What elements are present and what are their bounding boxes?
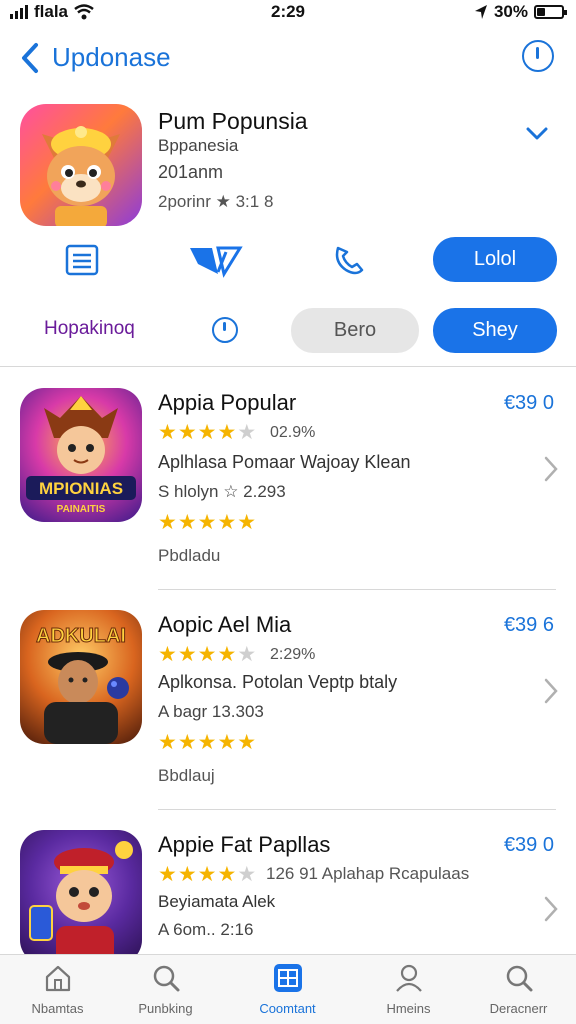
chevron-right-icon[interactable] <box>544 678 558 704</box>
tab-label: Deracnerr <box>489 1001 548 1016</box>
tab-label: Hmeins <box>386 1001 431 1016</box>
header-app-line3: 2porinr ★ 3:1 8 <box>158 192 274 211</box>
primary-action-button[interactable]: Lolol <box>433 237 557 282</box>
list-item[interactable]: MPIONIAS PAINAITIS Appia Popular €39 0 ★… <box>0 366 576 576</box>
header-app-line2: 201anm <box>158 162 224 182</box>
checkmark-icon[interactable] <box>526 126 548 142</box>
list-icon[interactable] <box>62 242 102 278</box>
phone-icon[interactable] <box>330 242 370 278</box>
app-price-button[interactable]: €39 0 <box>504 834 554 857</box>
app-icon <box>20 830 142 964</box>
status-right: 30% <box>474 2 567 22</box>
tab-label: Coomtant <box>259 1001 316 1016</box>
info-icon[interactable] <box>522 40 554 72</box>
app-name: Appia Popular <box>158 390 297 415</box>
app-icon: MPIONIAS PAINAITIS <box>20 388 142 522</box>
hero-character-icon: MPIONIAS PAINAITIS <box>26 396 136 515</box>
grid-icon <box>274 964 302 992</box>
list-item[interactable]: ADKULAI Aopic Ael Mia €39 6 ★★★★★ 2:29% … <box>0 588 576 798</box>
tab-profile[interactable]: Hmeins <box>351 955 466 1024</box>
home-icon <box>45 965 71 992</box>
tab-search[interactable]: Punbking <box>108 955 223 1024</box>
back-button-title[interactable]: Updonase <box>52 42 171 73</box>
icon-text-main: ADKULAI <box>36 625 126 647</box>
search-icon <box>506 965 533 992</box>
pirate-character-icon <box>29 841 133 964</box>
app-description: Beyiamata Alek <box>158 892 276 911</box>
battery-percent: 30% <box>493 2 528 21</box>
clock-icon[interactable] <box>212 317 238 343</box>
person-icon <box>396 964 422 992</box>
icon-text-main: MPIONIAS <box>39 479 123 498</box>
rating-stars: ★★★★★ <box>158 421 258 444</box>
search-icon <box>153 965 180 992</box>
app-price-button[interactable]: €39 6 <box>504 614 554 637</box>
status-bar: flala 2:29 30% <box>0 0 576 24</box>
header-app-name: Pum Popunsia <box>158 108 308 134</box>
header-app-subtitle: Bppanesia <box>158 136 239 155</box>
rating-text: 2:29% <box>270 646 316 663</box>
app-size: A bagr 13.303 <box>158 702 264 721</box>
action-row: Lolol <box>0 236 576 286</box>
primary-filter-button[interactable]: Shey <box>433 308 557 353</box>
location-arrow-icon <box>474 5 487 19</box>
rating-stars-secondary: ★★★★★ <box>158 511 258 534</box>
secondary-filter-button[interactable]: Bero <box>291 308 419 353</box>
app-status: Bbdlauj <box>158 766 215 785</box>
rating-text: 126 91 Aplahap Rcapulaas <box>266 864 470 883</box>
icon-text-sub: PAINAITIS <box>57 504 106 515</box>
rating-stars: ★★★★★ <box>158 863 258 886</box>
app-size: S hlolyn ☆ 2.293 <box>158 482 286 501</box>
app-icon: ADKULAI <box>20 610 142 744</box>
tab-label: Punbking <box>138 1001 193 1016</box>
battery-fill <box>537 8 545 16</box>
tab-label: Nbamtas <box>31 1001 84 1016</box>
rating-stars-secondary: ★★★★★ <box>158 731 258 754</box>
app-description: Aplkonsa. Potolan Veptp btaly <box>158 672 398 692</box>
app-size: A 6om.. 2:16 <box>158 920 254 939</box>
warrior-character-icon: ADKULAI <box>36 625 129 744</box>
header-app-icon[interactable] <box>20 104 142 226</box>
app-status: Pbdladu <box>158 546 221 565</box>
chevron-right-icon[interactable] <box>544 896 558 922</box>
chevron-right-icon[interactable] <box>544 456 558 482</box>
nav-bar: Updonase <box>0 36 576 80</box>
rating-text: 02.9% <box>270 424 316 441</box>
rating-stars: ★★★★★ <box>158 643 258 666</box>
share-icon[interactable] <box>188 242 244 278</box>
app-description: Aplhlasa Pomaar Wajoay Klean <box>158 452 411 472</box>
app-name: Appie Fat Papllas <box>158 832 331 857</box>
filter-label[interactable]: Hopakinoq <box>44 318 135 340</box>
tab-content[interactable]: Coomtant <box>230 955 345 1024</box>
tab-bar: Nbamtas Punbking Coomtant Hmeins Deracne… <box>0 954 576 1024</box>
battery-icon <box>534 5 567 19</box>
app-price-button[interactable]: €39 0 <box>504 392 554 415</box>
tab-search-2[interactable]: Deracnerr <box>461 955 576 1024</box>
app-name: Aopic Ael Mia <box>158 612 292 637</box>
fox-character-icon <box>42 126 120 226</box>
chevron-left-icon[interactable] <box>18 42 42 74</box>
tab-home[interactable]: Nbamtas <box>0 955 115 1024</box>
